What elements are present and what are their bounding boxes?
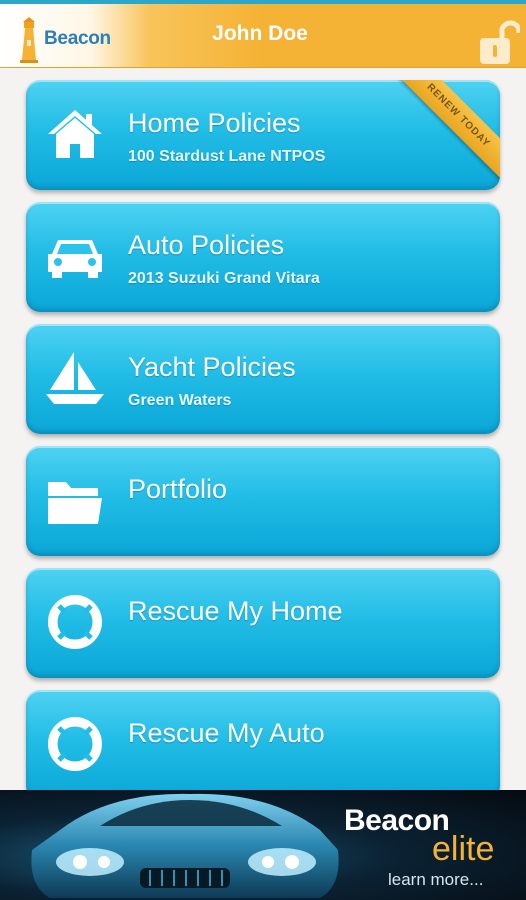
menu-item-subtitle: 100 Stardust Lane NTPOS xyxy=(128,148,326,165)
folder-icon xyxy=(48,482,102,524)
menu-item-title: Home Policies xyxy=(128,108,301,138)
brand-name: Beacon xyxy=(44,28,111,49)
menu-item-title: Rescue My Home xyxy=(128,596,343,626)
menu-item-title: Rescue My Auto xyxy=(128,718,325,748)
app-header: Beacon John Doe xyxy=(0,4,526,68)
menu-item-portfolio[interactable]: Portfolio xyxy=(26,446,500,556)
ad-product-name: elite xyxy=(432,830,495,868)
menu-item-subtitle: 2013 Suzuki Grand Vitara xyxy=(128,270,320,287)
unlocked-padlock-icon[interactable] xyxy=(478,16,520,66)
menu-item-rescue-my-auto[interactable]: Rescue My Auto xyxy=(26,690,500,800)
sports-car-image xyxy=(31,793,339,898)
menu-item-auto-policies[interactable]: Auto Policies 2013 Suzuki Grand Vitara xyxy=(26,202,500,312)
menu-item-home-policies[interactable]: Home Policies 100 Stardust Lane NTPOS RE… xyxy=(26,80,500,190)
sailboat-icon xyxy=(46,352,104,404)
menu-item-subtitle: Green Waters xyxy=(128,392,232,409)
lighthouse-icon xyxy=(20,17,38,63)
menu-item-title: Auto Policies xyxy=(128,230,285,260)
menu-item-title: Portfolio xyxy=(128,474,228,504)
menu-item-rescue-my-home[interactable]: Rescue My Home xyxy=(26,568,500,678)
learn-more-link[interactable]: learn more... xyxy=(388,870,483,890)
renew-today-ribbon[interactable]: RENEW TODAY xyxy=(391,80,500,183)
lifebuoy-icon xyxy=(48,595,102,649)
lifebuoy-icon xyxy=(48,717,102,771)
menu-item-yacht-policies[interactable]: Yacht Policies Green Waters xyxy=(26,324,500,434)
house-icon xyxy=(48,110,102,158)
user-name: John Doe xyxy=(212,22,308,45)
beacon-elite-ad-banner[interactable]: Beacon elite learn more... xyxy=(0,790,526,900)
menu-item-title: Yacht Policies xyxy=(128,352,296,382)
car-icon xyxy=(48,240,102,278)
beacon-logo[interactable]: Beacon xyxy=(10,12,120,63)
